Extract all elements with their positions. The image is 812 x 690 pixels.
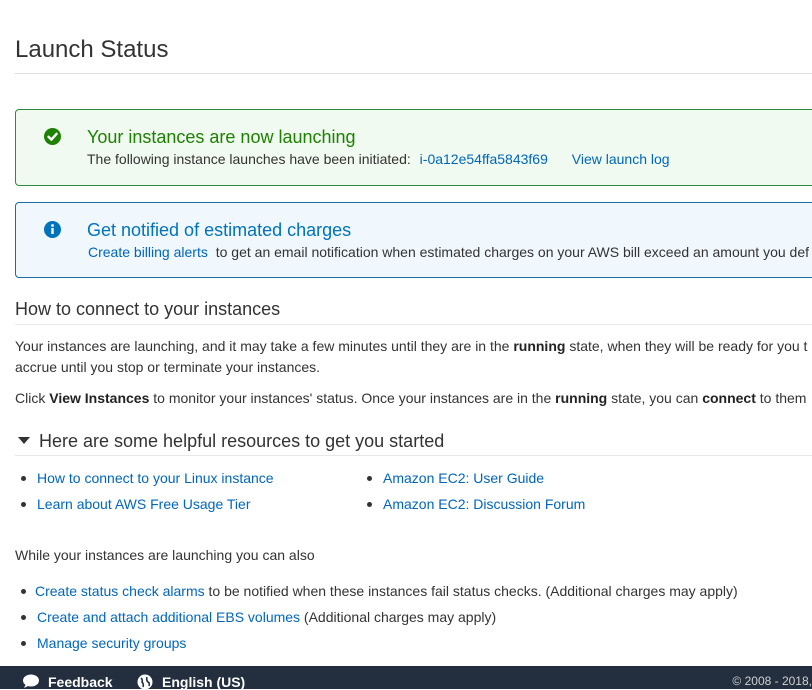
p2-connect: connect [702,390,756,406]
page-title: Launch Status [15,36,169,63]
billing-text: to get an email notification when estima… [215,244,810,260]
feedback-button[interactable]: Feedback [22,674,113,690]
check-circle-icon [44,128,61,145]
p2-running: running [555,390,608,406]
p2-text-e: state, you can [607,390,703,406]
success-title: Your instances are now launching [87,127,356,147]
status-check-alarms-link[interactable]: Create status check alarms [35,583,205,599]
instance-id-link[interactable]: i-0a12e54ffa5843f69 [420,151,548,167]
billing-text-line: Create billing alerts to get an email no… [88,244,809,260]
list-item: Amazon EC2: Discussion Forum [361,494,585,520]
connect-paragraph-2: Click View Instances to monitor your ins… [15,388,806,409]
list-item: Amazon EC2: User Guide [361,468,585,494]
resources-right-list: Amazon EC2: User Guide Amazon EC2: Discu… [361,468,585,520]
resources-heading: Here are some helpful resources to get y… [39,431,445,451]
list-item: Create and attach additional EBS volumes… [15,607,738,633]
billing-alert-title: Get notified of estimated charges [87,220,352,240]
connect-heading: How to connect to your instances [15,299,281,319]
also-list: Create status check alarms to be notifie… [15,581,738,659]
status-check-text: to be notified when these instances fail… [204,583,738,599]
success-text-line: The following instance launches have bee… [87,151,670,167]
discussion-forum-link[interactable]: Amazon EC2: Discussion Forum [383,496,585,512]
p2-text-c: to monitor your instances' status. Once … [149,390,556,406]
resources-left-list: How to connect to your Linux instance Le… [15,468,274,520]
success-text: The following instance launches have bee… [87,151,411,167]
globe-icon [137,674,153,690]
view-launch-log-link[interactable]: View launch log [572,151,670,167]
feedback-label: Feedback [48,674,113,690]
caret-down-icon [18,437,30,445]
p1-text-a: Your instances are launching, and it may… [15,338,514,354]
list-item: Learn about AWS Free Usage Tier [15,494,274,520]
speech-bubble-icon [23,674,39,688]
ebs-volumes-link[interactable]: Create and attach additional EBS volumes [37,609,300,625]
connect-divider [15,324,812,325]
p2-text-a: Click [15,390,50,406]
connect-paragraph-1: Your instances are launching, and it may… [15,336,807,378]
security-groups-link[interactable]: Manage security groups [37,635,186,651]
ebs-volumes-text: (Additional charges may apply) [300,609,497,625]
success-alert: Your instances are now launching The fol… [15,109,812,186]
list-item: How to connect to your Linux instance [15,468,274,494]
user-guide-link[interactable]: Amazon EC2: User Guide [383,470,544,486]
p1-text-c: state, when they will be ready for you t [565,338,808,354]
resources-toggle[interactable]: Here are some helpful resources to get y… [15,431,444,452]
copyright-text: © 2008 - 2018, [732,674,812,688]
list-item: Manage security groups [15,633,738,659]
p2-view-instances: View Instances [49,390,150,406]
also-intro: While your instances are launching you c… [15,547,315,563]
info-circle-icon [44,221,61,238]
p1-line-2: accrue until you stop or terminate your … [15,359,321,375]
footer: Feedback English (US) © 2008 - 2018, [0,666,812,690]
language-label: English (US) [162,674,246,690]
p2-text-g: to them [755,390,807,406]
billing-info-alert: Get notified of estimated charges Create… [15,202,812,278]
list-item: Create status check alarms to be notifie… [15,581,738,607]
linux-connect-link[interactable]: How to connect to your Linux instance [37,470,274,486]
title-divider [15,73,812,74]
resources-divider [15,455,812,456]
create-billing-alerts-link[interactable]: Create billing alerts [88,244,208,260]
p1-running: running [513,338,566,354]
free-tier-link[interactable]: Learn about AWS Free Usage Tier [37,496,250,512]
language-selector[interactable]: English (US) [137,674,245,690]
